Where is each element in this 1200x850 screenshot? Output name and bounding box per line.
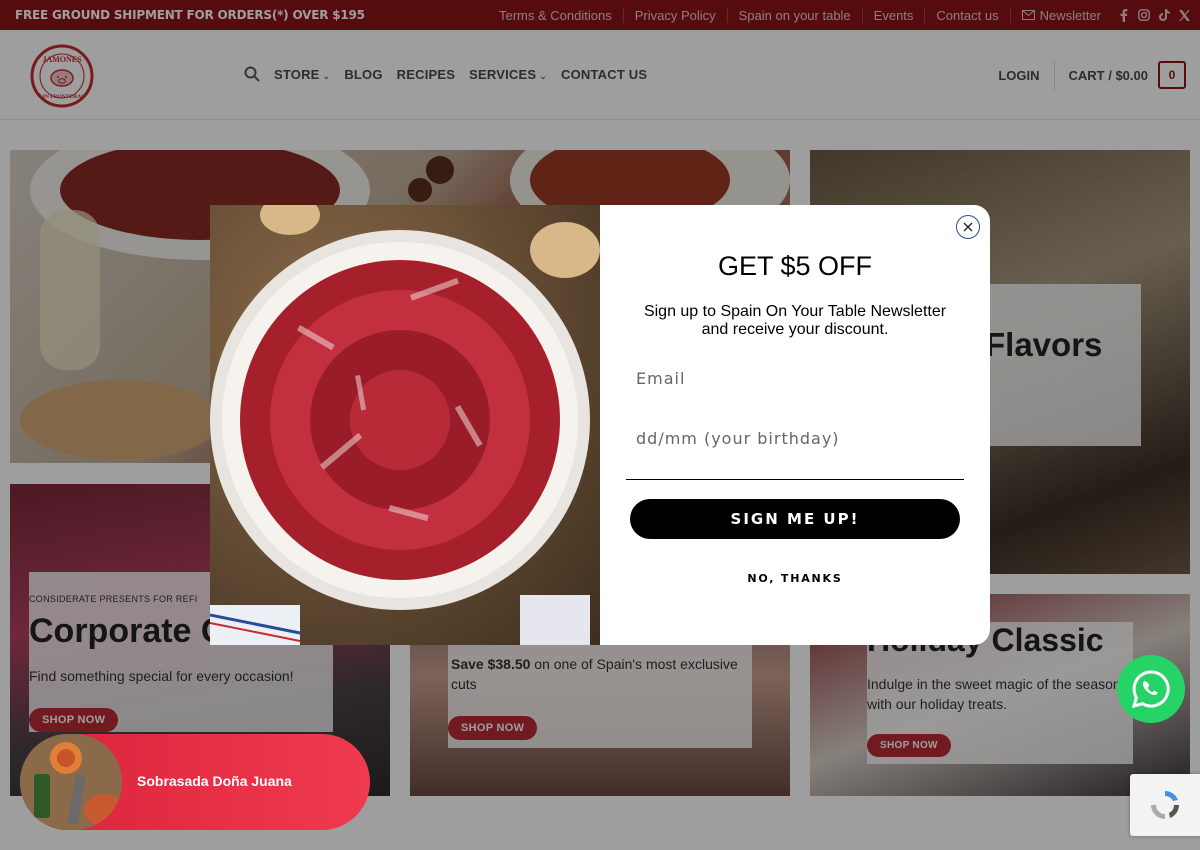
close-icon <box>963 222 973 232</box>
promo-product-name: Sobrasada Doña Juana <box>137 773 292 789</box>
birthday-field[interactable]: dd/mm (your birthday) <box>636 429 966 448</box>
field-divider <box>626 479 964 480</box>
whatsapp-button[interactable] <box>1117 655 1185 723</box>
email-field[interactable]: Email <box>636 369 966 388</box>
recaptcha-badge[interactable] <box>1130 774 1200 836</box>
close-button[interactable] <box>956 215 980 239</box>
modal-title: GET $5 OFF <box>717 251 873 281</box>
modal-subtitle: Sign up to Spain On Your Table Newslette… <box>643 303 947 338</box>
promo-product-image <box>20 734 122 830</box>
product-promo-popup[interactable]: Sobrasada Doña Juana <box>20 734 370 830</box>
sign-up-button[interactable]: SIGN ME UP! <box>630 499 960 539</box>
whatsapp-icon <box>1131 670 1170 709</box>
modal-content: GET $5 OFF Sign up to Spain On Your Tabl… <box>600 205 990 645</box>
newsletter-modal: GET $5 OFF Sign up to Spain On Your Tabl… <box>210 205 990 645</box>
no-thanks-button[interactable]: NO, THANKS <box>600 572 990 585</box>
ham-plate-image <box>210 205 600 645</box>
recaptcha-icon <box>1151 791 1179 819</box>
